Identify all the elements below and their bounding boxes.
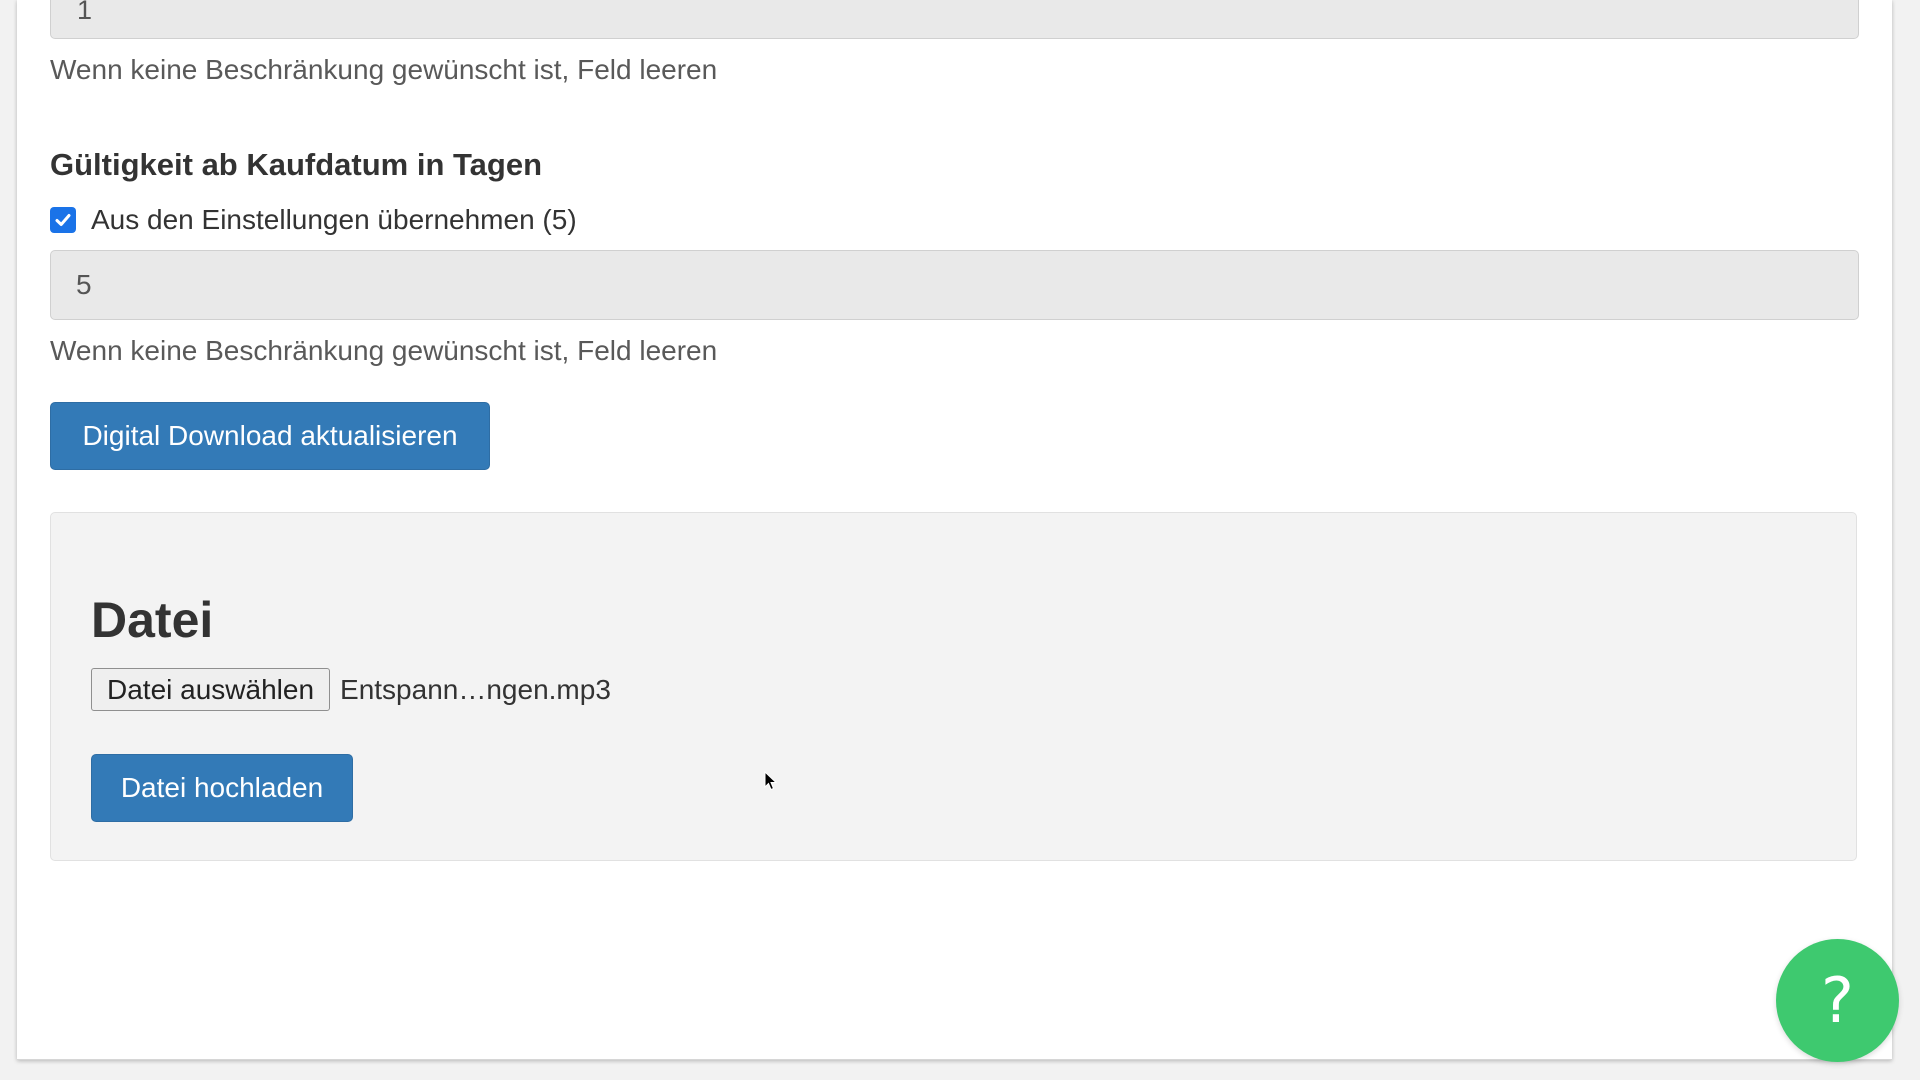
main-panel: 1 Wenn keine Beschränkung gewünscht ist,… [17, 0, 1892, 1060]
download-limit-value: 1 [77, 0, 93, 25]
upload-file-button[interactable]: Datei hochladen [91, 754, 353, 822]
use-settings-checkbox-row[interactable]: Aus den Einstellungen übernehmen (5) [50, 204, 577, 236]
selected-file-name: Entspann…ngen.mp3 [340, 673, 611, 705]
file-upload-panel: Datei Datei auswählen Entspann…ngen.mp3 … [50, 512, 1857, 861]
help-button[interactable]: ? [1776, 939, 1899, 1062]
question-mark-icon: ? [1821, 964, 1854, 1037]
download-limit-help-text: Wenn keine Beschränkung gewünscht ist, F… [50, 54, 718, 85]
file-section-title: Datei [91, 592, 214, 648]
use-settings-checkbox[interactable] [50, 207, 76, 233]
validity-section-title: Gültigkeit ab Kaufdatum in Tagen [50, 147, 543, 182]
use-settings-checkbox-label: Aus den Einstellungen übernehmen (5) [91, 204, 577, 235]
validity-days-value: 5 [76, 269, 92, 300]
validity-help-text: Wenn keine Beschränkung gewünscht ist, F… [50, 335, 718, 366]
checkmark-icon [55, 214, 71, 226]
update-digital-download-button[interactable]: Digital Download aktualisieren [50, 402, 490, 470]
validity-days-input[interactable]: 5 [50, 250, 1859, 320]
file-input[interactable]: Datei auswählen Entspann…ngen.mp3 [91, 668, 611, 711]
choose-file-button[interactable]: Datei auswählen [91, 668, 331, 711]
download-limit-input[interactable]: 1 [50, 0, 1859, 39]
mouse-pointer-icon [764, 771, 778, 791]
